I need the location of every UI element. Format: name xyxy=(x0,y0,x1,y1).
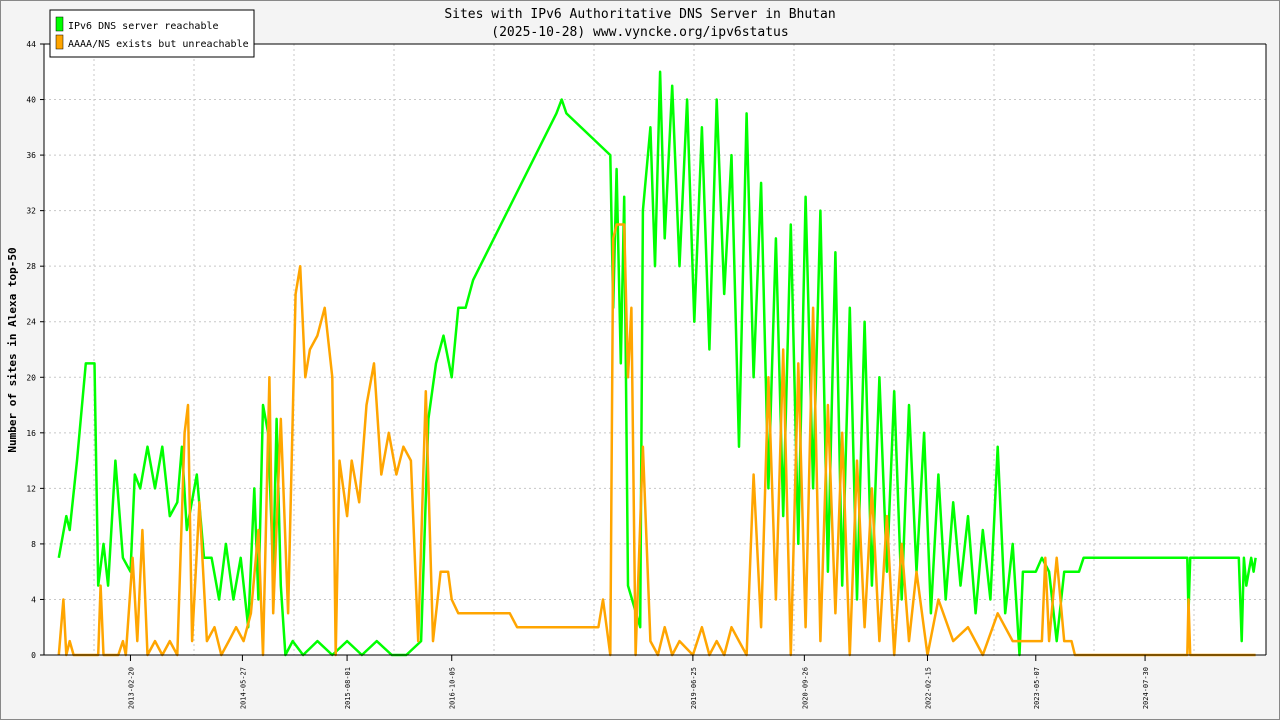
x-tick-label: 2023-05-07 xyxy=(1033,667,1041,709)
y-tick-label: 24 xyxy=(26,318,36,327)
x-tick-label: 2014-05-27 xyxy=(239,667,247,709)
x-tick-label: 2016-10-05 xyxy=(449,667,457,709)
y-tick-label: 12 xyxy=(26,484,36,493)
y-tick-label: 8 xyxy=(31,540,36,549)
legend-label-unreachable: AAAA/NS exists but unreachable xyxy=(68,39,249,50)
x-tick-label: 2020-09-26 xyxy=(801,667,809,709)
y-tick-label: 16 xyxy=(26,429,36,438)
chart-root: 0 4 8 12 16 20 24 28 32 36 40 44 2013-02-20 2014-05-2… xyxy=(0,0,1280,720)
legend-swatch-reachable xyxy=(55,16,64,32)
chart-title: Sites with IPv6 Authoritative DNS Server… xyxy=(444,7,835,22)
y-tick-label: 20 xyxy=(26,373,36,382)
y-tick-label: 44 xyxy=(26,40,36,49)
x-tick-label: 2022-02-15 xyxy=(924,667,932,709)
chart-svg: 0 4 8 12 16 20 24 28 32 36 40 44 2013-02-20 2014-05-2… xyxy=(0,0,1280,720)
x-tick-label: 2015-08-01 xyxy=(344,667,352,709)
x-tick-label: 2013-02-20 xyxy=(127,667,135,709)
legend-swatch-unreachable xyxy=(55,34,64,50)
legend: IPv6 DNS server reachable AAAA/NS exists… xyxy=(49,9,255,58)
y-axis-label: Number of sites in Alexa top-50 xyxy=(6,247,19,452)
y-tick-label: 36 xyxy=(26,151,36,160)
x-tick-label: 2019-06-25 xyxy=(690,667,698,709)
legend-label-reachable: IPv6 DNS server reachable xyxy=(68,21,219,32)
y-tick-label: 40 xyxy=(26,96,36,105)
chart-subtitle: (2025-10-28) www.vyncke.org/ipv6status xyxy=(491,25,788,40)
y-tick-label: 28 xyxy=(26,262,36,271)
y-tick-label: 4 xyxy=(31,595,36,604)
x-tick-label: 2024-07-30 xyxy=(1142,667,1150,709)
y-tick-label: 0 xyxy=(31,651,36,660)
y-tick-label: 32 xyxy=(26,207,36,216)
